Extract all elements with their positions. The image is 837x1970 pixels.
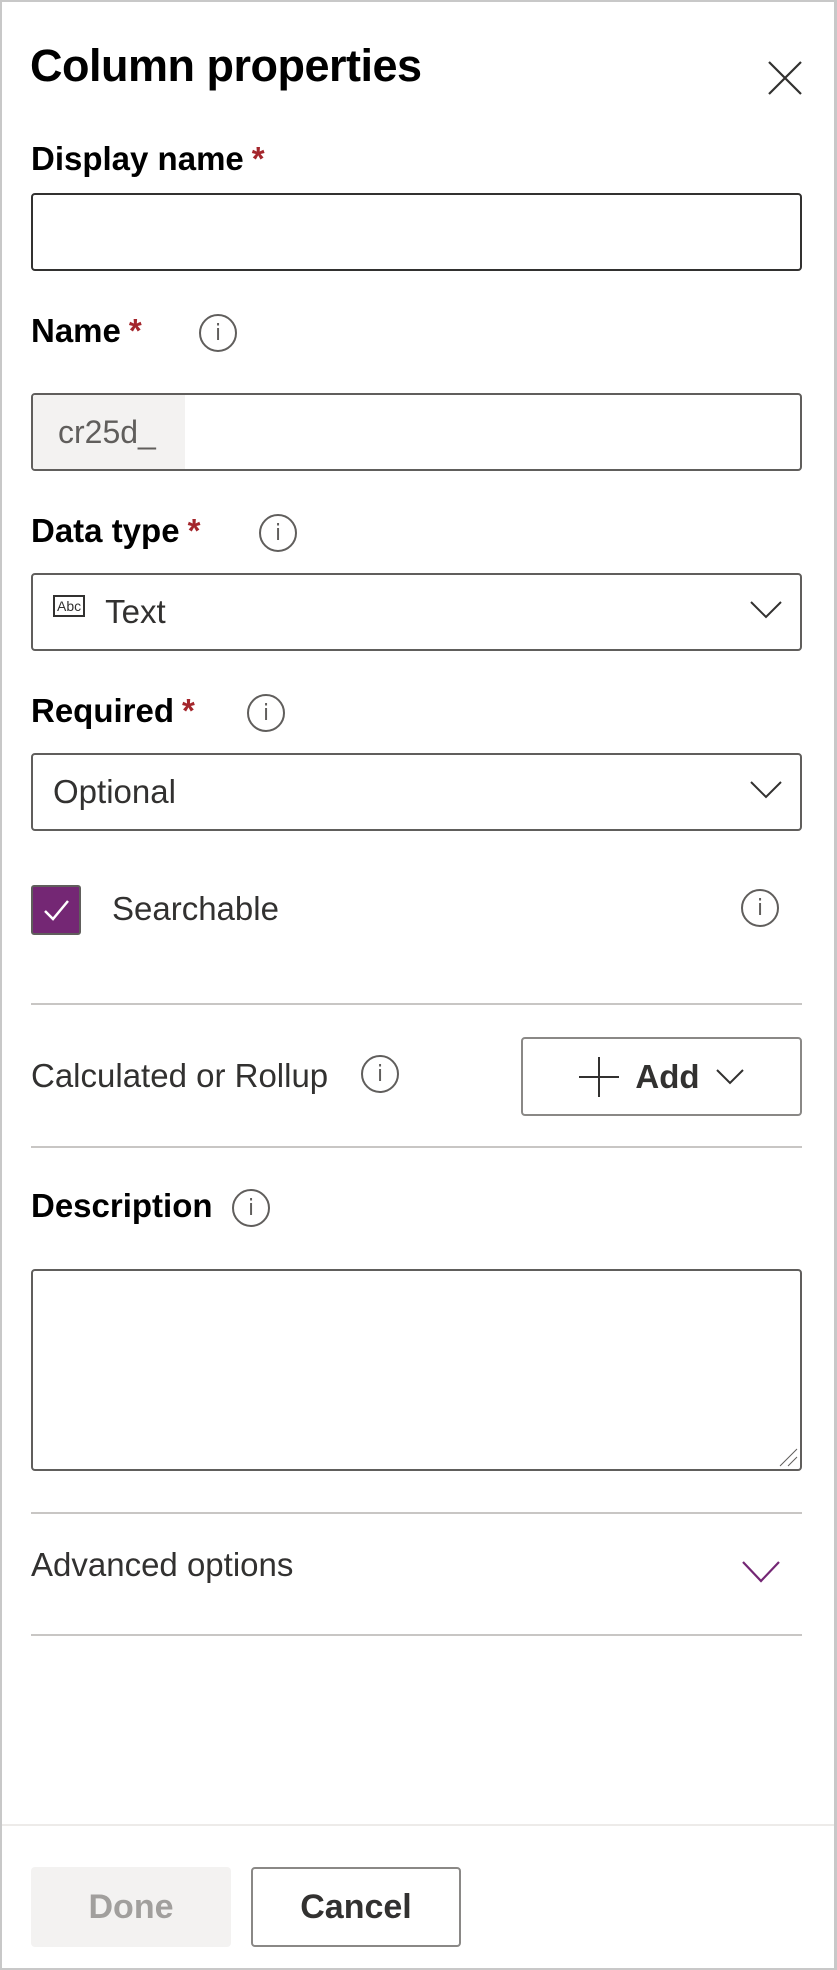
name-label: Name * bbox=[31, 312, 142, 349]
data-type-dropdown[interactable]: Abc Text bbox=[31, 573, 802, 651]
info-icon[interactable]: i bbox=[232, 1189, 270, 1227]
advanced-options-toggle[interactable]: Advanced options bbox=[31, 1514, 802, 1634]
info-icon[interactable]: i bbox=[361, 1055, 399, 1093]
info-icon[interactable]: i bbox=[741, 889, 779, 927]
column-properties-panel: Column properties Display name * Name * i … bbox=[2, 2, 834, 1968]
chevron-down-icon bbox=[750, 601, 782, 619]
required-dropdown[interactable]: Optional bbox=[31, 753, 802, 831]
add-label: Add bbox=[635, 1057, 700, 1095]
required-asterisk: * bbox=[251, 140, 265, 177]
data-type-label: Data type * bbox=[31, 512, 201, 549]
plus-icon bbox=[579, 1056, 620, 1097]
data-type-value: Text bbox=[105, 593, 166, 630]
resize-handle-icon[interactable] bbox=[778, 1447, 798, 1467]
display-name-label: Display name * bbox=[31, 140, 265, 177]
text-type-icon: Abc bbox=[53, 595, 86, 617]
chevron-down-icon bbox=[742, 1561, 780, 1583]
required-value: Optional bbox=[53, 773, 176, 810]
description-textarea[interactable] bbox=[31, 1269, 802, 1471]
calculated-label: Calculated or Rollup bbox=[31, 1057, 329, 1094]
chevron-down-icon bbox=[750, 781, 782, 799]
description-label: Description bbox=[31, 1187, 213, 1224]
info-icon[interactable]: i bbox=[247, 694, 285, 732]
divider bbox=[31, 1634, 802, 1636]
add-calculated-button[interactable]: Add bbox=[521, 1037, 802, 1116]
footer-divider bbox=[2, 1824, 834, 1826]
advanced-options-label: Advanced options bbox=[31, 1546, 294, 1583]
cancel-button[interactable]: Cancel bbox=[251, 1867, 461, 1947]
searchable-checkbox[interactable] bbox=[31, 885, 81, 935]
divider bbox=[31, 1146, 802, 1148]
required-label: Required * bbox=[31, 692, 195, 729]
chevron-down-icon bbox=[715, 1068, 744, 1084]
done-button[interactable]: Done bbox=[31, 1867, 231, 1947]
display-name-input[interactable] bbox=[31, 193, 802, 271]
required-asterisk: * bbox=[128, 312, 142, 349]
searchable-label: Searchable bbox=[112, 890, 279, 927]
name-prefix: cr25d_ bbox=[33, 395, 185, 469]
name-input[interactable]: cr25d_ bbox=[31, 393, 802, 471]
panel-title: Column properties bbox=[30, 40, 422, 91]
info-icon[interactable]: i bbox=[259, 514, 297, 552]
required-asterisk: * bbox=[182, 692, 195, 729]
checkmark-icon bbox=[44, 900, 69, 921]
divider bbox=[31, 1003, 802, 1005]
required-asterisk: * bbox=[187, 512, 201, 549]
close-icon[interactable] bbox=[767, 60, 803, 96]
info-icon[interactable]: i bbox=[199, 314, 237, 352]
